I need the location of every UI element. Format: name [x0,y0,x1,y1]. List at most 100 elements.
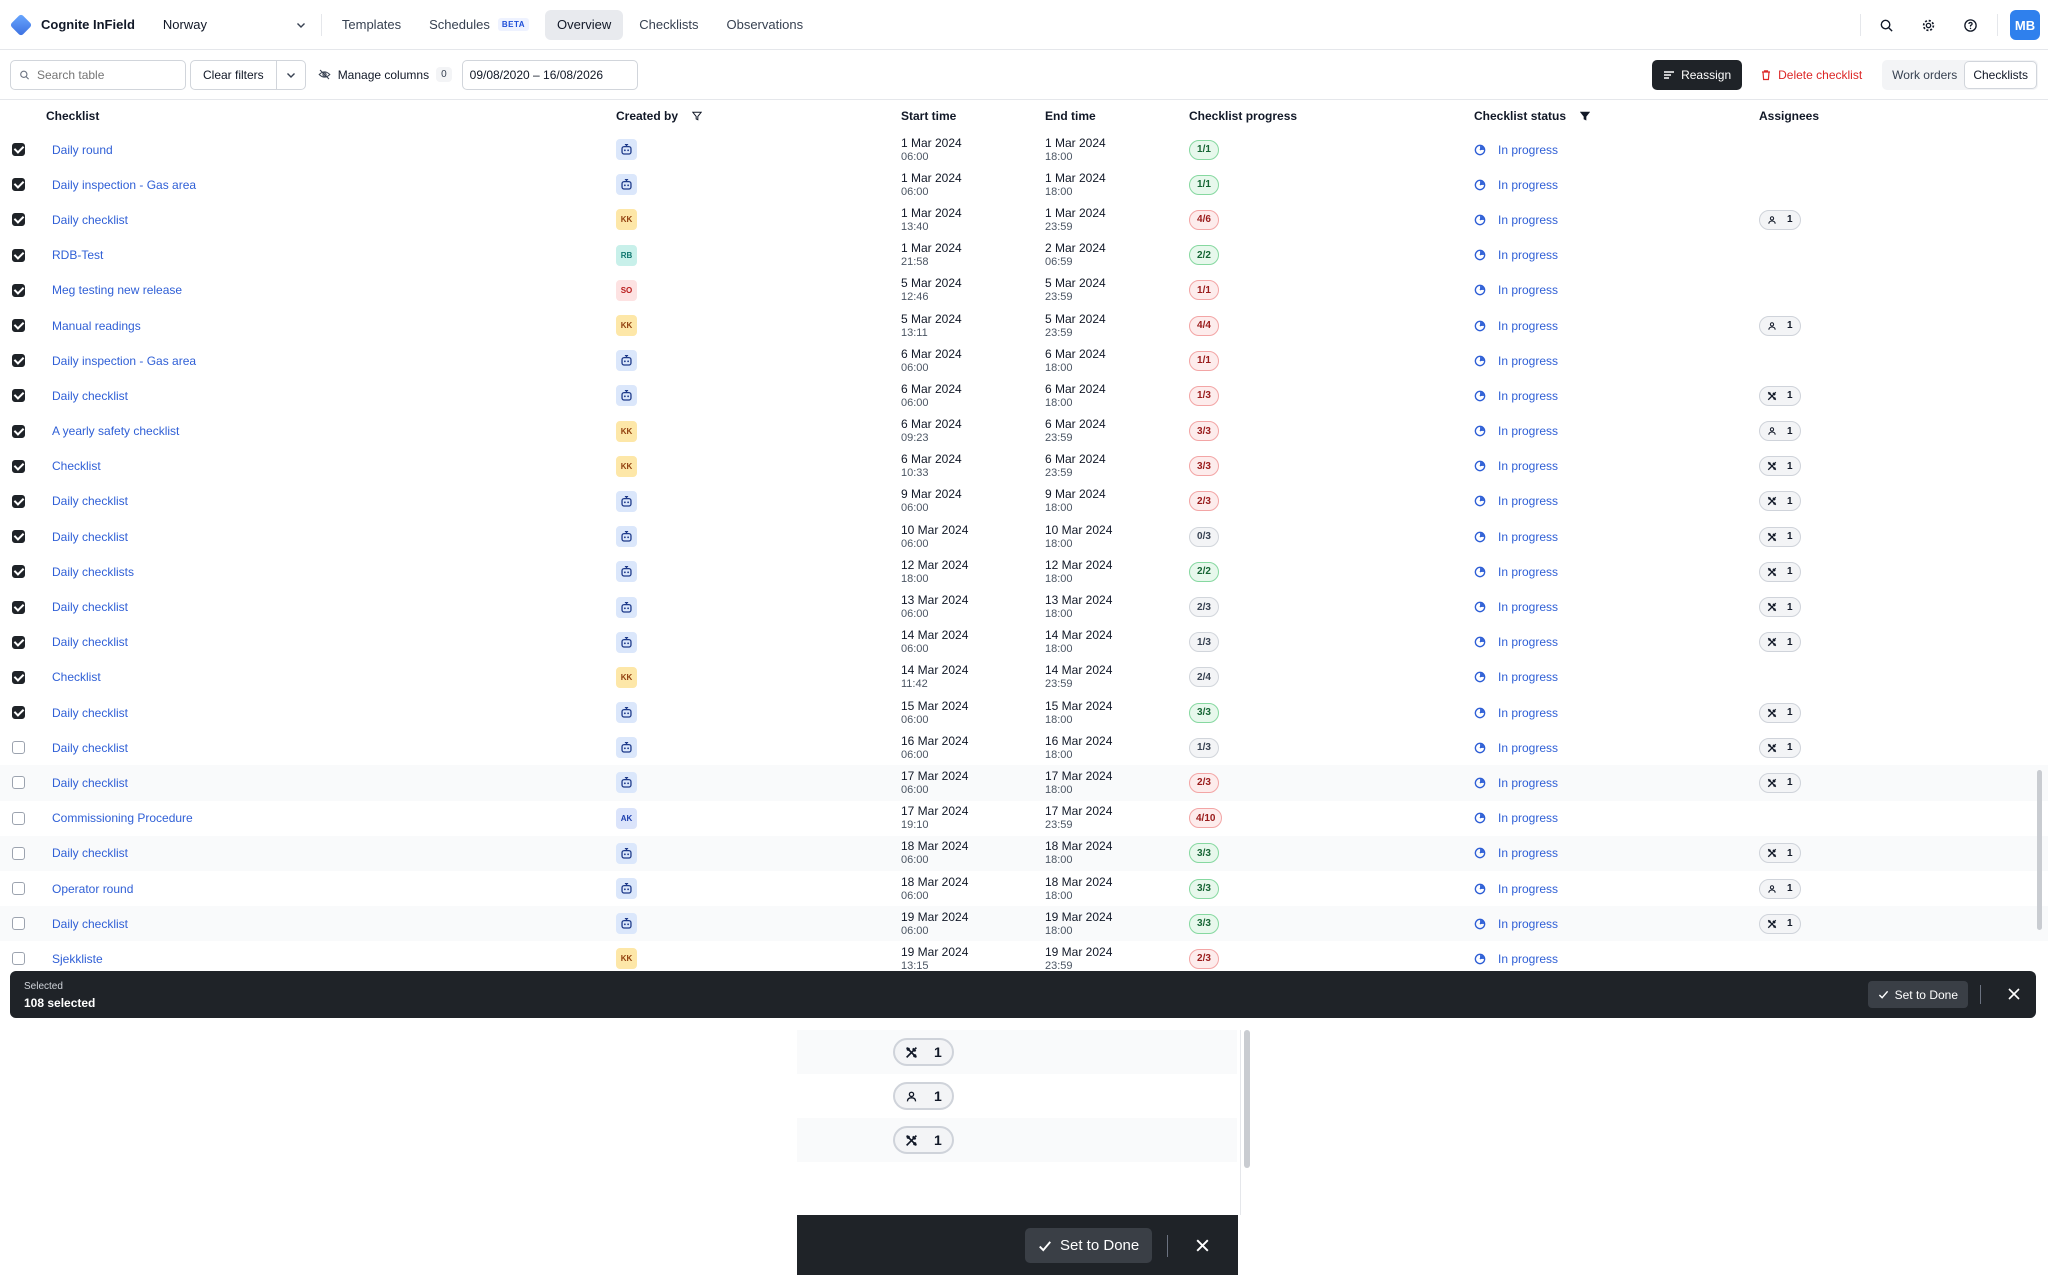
table-row[interactable]: Daily checklist 9 Mar 2024 06:00 9 Mar 2024… [0,484,2048,519]
column-header-checklist[interactable]: Checklist [46,100,99,132]
status-badge[interactable]: In progress [1474,459,1558,473]
table-row[interactable]: Daily checklist 6 Mar 2024 06:00 6 Mar 2024… [0,378,2048,413]
assignee-chip[interactable]: 1 [1759,878,1801,899]
table-row[interactable]: Manual readings KK 5 Mar 2024 13:11 5 Mar 20… [0,308,2048,343]
assignee-chip[interactable]: 1 [1759,421,1801,442]
column-header-created-by[interactable]: Created by [616,100,703,132]
row-checkbox[interactable] [12,143,25,157]
row-checkbox[interactable] [12,952,25,966]
checklist-link[interactable]: A yearly safety checklist [52,424,179,438]
nav-tab-observations[interactable]: Observations [714,10,815,40]
row-checkbox[interactable] [12,600,25,614]
column-header-progress[interactable]: Checklist progress [1189,100,1297,132]
status-badge[interactable]: In progress [1474,494,1558,508]
delete-checklist-button[interactable]: Delete checklist [1750,60,1872,90]
table-row[interactable]: Daily round 1 Mar 2024 06:00 1 Mar 2024 18:0… [0,132,2048,167]
status-badge[interactable]: In progress [1474,354,1558,368]
assignee-chip[interactable]: 1 [1759,597,1801,618]
row-checkbox[interactable] [12,706,25,720]
row-checkbox[interactable] [12,635,25,649]
row-checkbox[interactable] [12,670,25,684]
status-badge[interactable]: In progress [1474,741,1558,755]
date-range-picker[interactable]: 09/08/2020 – 16/08/2026 [461,59,638,90]
status-badge[interactable]: In progress [1474,706,1558,720]
row-checkbox[interactable] [12,213,25,227]
search-input[interactable] [37,67,177,82]
table-row[interactable]: Sjekkliste KK 19 Mar 2024 13:15 19 Mar 2024 2… [0,941,2048,970]
row-checkbox[interactable] [12,354,25,368]
table-row[interactable]: Daily checklist 14 Mar 2024 06:00 14 Mar 20… [0,625,2048,660]
status-badge[interactable]: In progress [1474,565,1558,579]
row-checkbox[interactable] [12,178,25,192]
status-badge[interactable]: In progress [1474,389,1558,403]
assignee-chip[interactable]: 1 [1759,561,1801,582]
reassign-button[interactable]: Reassign [1652,60,1743,90]
assignee-chip[interactable]: 1 [1759,315,1801,336]
view-toggle-work-orders[interactable]: Work orders [1884,62,1965,88]
table-row[interactable]: Daily inspection - Gas area 1 Mar 2024 06:… [0,167,2048,202]
table-row[interactable]: Daily checklist 13 Mar 2024 06:00 13 Mar 20… [0,589,2048,624]
table-row[interactable]: Daily inspection - Gas area 6 Mar 2024 06:… [0,343,2048,378]
status-badge[interactable]: In progress [1474,776,1558,790]
table-row[interactable]: Daily checklist KK 1 Mar 2024 13:40 1 Mar 20… [0,202,2048,237]
row-checkbox[interactable] [12,248,25,262]
checklist-link[interactable]: Daily checklists [52,565,134,579]
column-header-start-time[interactable]: Start time [901,100,956,132]
status-badge[interactable]: In progress [1474,635,1558,649]
row-checkbox[interactable] [12,530,25,544]
status-badge[interactable]: In progress [1474,670,1558,684]
user-avatar[interactable]: MB [2010,10,2040,40]
nav-tab-schedules[interactable]: Schedules BETA [417,10,541,40]
table-row[interactable]: Daily checklist 19 Mar 2024 06:00 19 Mar 20… [0,906,2048,942]
checklist-link[interactable]: Daily inspection - Gas area [52,178,196,192]
filters-dropdown-button[interactable] [276,59,306,90]
inset-set-to-done-button[interactable]: Set to Done [1025,1228,1153,1263]
column-header-assignees[interactable]: Assignees [1759,100,1819,132]
checklist-link[interactable]: Daily checklist [52,776,128,790]
checklist-link[interactable]: Daily checklist [52,600,128,614]
row-checkbox[interactable] [12,776,25,790]
column-header-status[interactable]: Checklist status [1474,100,1591,132]
checklist-link[interactable]: Meg testing new release [52,283,182,297]
table-scrollbar[interactable] [2037,770,2042,930]
checklist-link[interactable]: Daily checklist [52,917,128,931]
help-button[interactable] [1953,8,1987,42]
nav-tab-checklists[interactable]: Checklists [627,10,710,40]
checklist-link[interactable]: Daily checklist [52,530,128,544]
assignee-chip[interactable]: 1 [1759,702,1801,723]
search-field[interactable] [10,59,186,90]
checklist-link[interactable]: Operator round [52,882,133,896]
assignee-chip[interactable]: 1 [1759,456,1801,477]
column-header-end-time[interactable]: End time [1045,100,1096,132]
status-badge[interactable]: In progress [1474,811,1558,825]
search-button[interactable] [1869,8,1903,42]
row-checkbox[interactable] [12,882,25,896]
checklist-link[interactable]: Daily round [52,143,113,157]
assignee-chip[interactable]: 1 [1759,913,1801,934]
set-to-done-button[interactable]: Set to Done [1867,981,1968,1008]
table-row[interactable]: Commissioning Procedure AK 17 Mar 2024 19:1… [0,801,2048,836]
status-badge[interactable]: In progress [1474,178,1558,192]
checklist-link[interactable]: Checklist [52,670,101,684]
clear-filters-button[interactable]: Clear filters [190,59,277,90]
table-row[interactable]: RDB-Test RB 1 Mar 2024 21:58 2 Mar 2024 06:59… [0,238,2048,273]
table-row[interactable]: Daily checklist 16 Mar 2024 06:00 16 Mar 20… [0,730,2048,765]
assignee-chip[interactable]: 1 [1759,385,1801,406]
assignee-chip[interactable]: 1 [893,1038,954,1066]
assignee-chip[interactable]: 1 [1759,737,1801,758]
table-row[interactable]: Checklist KK 14 Mar 2024 11:42 14 Mar 2024 23… [0,660,2048,695]
row-checkbox[interactable] [12,459,25,473]
nav-tab-templates[interactable]: Templates [330,10,413,40]
table-row[interactable]: Daily checklist 15 Mar 2024 06:00 15 Mar 20… [0,695,2048,730]
row-checkbox[interactable] [12,917,25,931]
table-row[interactable]: Checklist KK 6 Mar 2024 10:33 6 Mar 2024 23:5… [0,449,2048,484]
status-badge[interactable]: In progress [1474,917,1558,931]
checklist-link[interactable]: Checklist [52,459,101,473]
table-row[interactable]: Daily checklist 18 Mar 2024 06:00 18 Mar 20… [0,835,2048,871]
checklist-link[interactable]: Daily checklist [52,635,128,649]
view-toggle-checklists[interactable]: Checklists [1965,62,2036,88]
checklist-link[interactable]: Daily checklist [52,706,128,720]
status-badge[interactable]: In progress [1474,319,1558,333]
assignee-chip[interactable]: 1 [1759,491,1801,512]
checklist-link[interactable]: Daily checklist [52,846,128,860]
